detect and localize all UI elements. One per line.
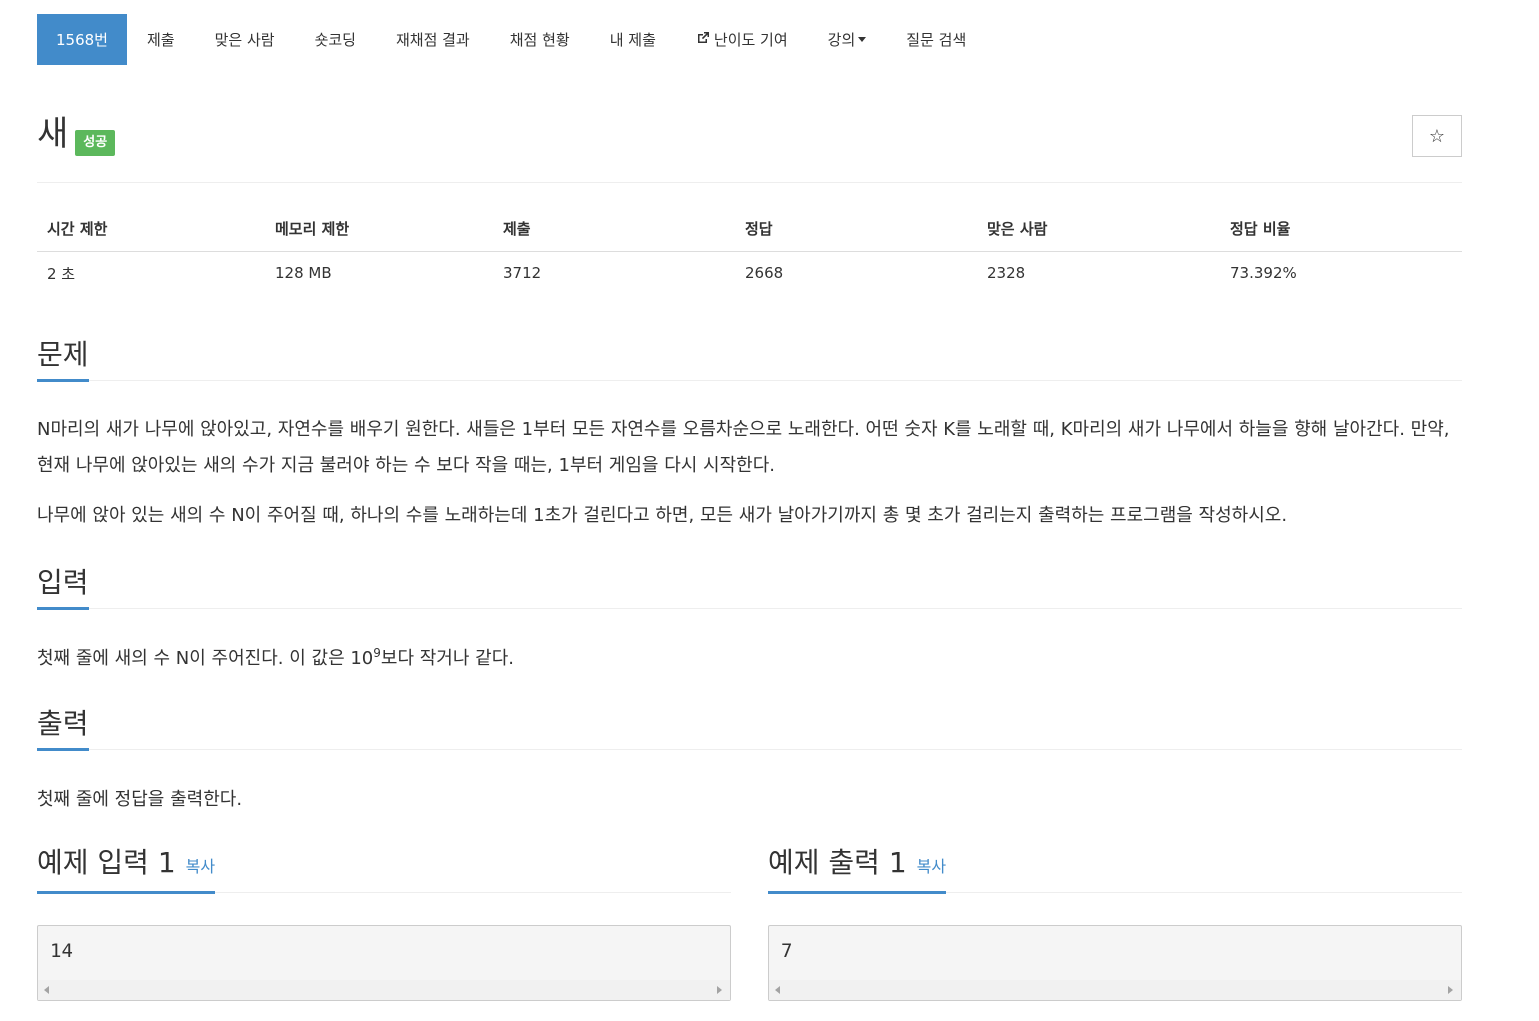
nav-tab-label: 숏코딩 <box>314 31 356 49</box>
title-divider <box>37 182 1462 183</box>
output-description: 첫째 줄에 정답을 출력한다. <box>37 789 243 810</box>
description-paragraph: 나무에 앉아 있는 새의 수 N이 주어질 때, 하나의 수를 노래하는데 1초… <box>37 505 1288 526</box>
nav-tab-label: 내 제출 <box>609 31 656 49</box>
table-header-row: 시간 제한 메모리 제한 제출 정답 맞은 사람 정답 비율 <box>37 207 1462 252</box>
section-heading: 입력 <box>37 565 89 610</box>
problem-description-body: N마리의 새가 나무에 앉아있고, 자연수를 배우기 원한다. 새들은 1부터 … <box>37 412 1462 534</box>
nav-tab-problem[interactable]: 1568번 <box>37 14 127 65</box>
problem-description-section: 문제 <box>37 336 1462 382</box>
nav-tab-my-submissions[interactable]: 내 제출 <box>590 14 676 65</box>
section-heading-row: 입력 <box>37 564 1462 610</box>
header-solved-users: 맞은 사람 <box>977 207 1220 252</box>
copy-sample-input-button[interactable]: 복사 <box>186 857 215 876</box>
sample-input-box: 14 <box>37 925 731 1001</box>
horizontal-scrollbar[interactable] <box>769 980 1461 1000</box>
nav-tab-question-search[interactable]: 질문 검색 <box>886 14 986 65</box>
status-badge: 성공 <box>75 130 116 156</box>
table-row: 2 초 128 MB 3712 2668 2328 73.392% <box>37 251 1462 295</box>
header-accepted: 정답 <box>735 207 977 252</box>
input-section: 입력 <box>37 564 1462 610</box>
cell-accepted: 2668 <box>745 264 784 283</box>
cell-memory-limit: 128 MB <box>275 264 332 283</box>
copy-sample-output-button[interactable]: 복사 <box>917 857 946 876</box>
input-text-before: 첫째 줄에 새의 수 N이 주어진다. 이 값은 10 <box>37 648 374 669</box>
header-submissions: 제출 <box>493 207 735 252</box>
description-paragraph: N마리의 새가 나무에 앉아있고, 자연수를 배우기 원한다. 새들은 1부터 … <box>37 419 1450 476</box>
nav-tab-label: 강의 <box>827 31 856 49</box>
nav-tab-short-coding[interactable]: 숏코딩 <box>295 14 376 65</box>
nav-tab-difficulty-contribution[interactable]: 난이도 기여 <box>676 14 808 65</box>
cell-accuracy: 73.392% <box>1230 264 1297 283</box>
header-memory-limit: 메모리 제한 <box>265 207 493 252</box>
nav-tab-label: 난이도 기여 <box>713 31 788 49</box>
input-description: 첫째 줄에 새의 수 N이 주어진다. 이 값은 109보다 작거나 같다. <box>37 641 1462 677</box>
nav-tab-rejudge-results[interactable]: 재채점 결과 <box>376 14 490 65</box>
output-section: 출력 <box>37 705 1462 751</box>
output-section-body: 첫째 줄에 정답을 출력한다. <box>37 782 1462 818</box>
scroll-left-icon[interactable] <box>44 986 49 994</box>
input-section-body: 첫째 줄에 새의 수 N이 주어진다. 이 값은 109보다 작거나 같다. <box>37 641 1462 677</box>
section-heading: 출력 <box>37 706 89 751</box>
problem-info-table: 시간 제한 메모리 제한 제출 정답 맞은 사람 정답 비율 2 초 128 M… <box>37 207 1462 295</box>
nav-tab-submit[interactable]: 제출 <box>127 14 195 65</box>
page-title: 새 <box>37 114 69 154</box>
cell-solved-users: 2328 <box>987 264 1026 283</box>
section-heading: 문제 <box>37 337 89 382</box>
scroll-left-icon[interactable] <box>775 986 780 994</box>
nav-tab-accepted-users[interactable]: 맞은 사람 <box>195 14 295 65</box>
sample-input-value: 14 <box>50 940 73 962</box>
section-heading-row: 예제 입력 1 복사 <box>37 845 731 894</box>
caret-down-icon <box>858 37 867 42</box>
nav-tab-label: 질문 검색 <box>906 31 967 49</box>
section-heading: 예제 입력 1 복사 <box>37 845 216 894</box>
input-exponent: 9 <box>373 646 381 660</box>
cell-submissions: 3712 <box>503 264 542 283</box>
sample-input-section: 예제 입력 1 복사 <box>37 845 731 894</box>
nav-tab-label: 1568번 <box>56 31 108 49</box>
nav-tab-status[interactable]: 채점 현황 <box>490 14 590 65</box>
section-heading-row: 예제 출력 1 복사 <box>768 845 1462 894</box>
nav-tab-label: 제출 <box>146 31 175 49</box>
problem-nav: 1568번 제출 맞은 사람 숏코딩 재채점 결과 채점 현황 내 제출 난이도… <box>37 14 986 65</box>
nav-tab-label: 채점 현황 <box>509 31 570 49</box>
input-text-after: 보다 작거나 같다. <box>380 648 514 669</box>
problem-title-row: 새 성공 <box>37 112 116 156</box>
sample-output-value: 7 <box>781 940 793 962</box>
nav-tab-label: 맞은 사람 <box>214 31 275 49</box>
sample-output-section: 예제 출력 1 복사 <box>768 845 1462 894</box>
favorite-star-button[interactable]: ☆ <box>1412 115 1462 157</box>
nav-tab-label: 재채점 결과 <box>395 31 470 49</box>
nav-tab-lectures-dropdown[interactable]: 강의 <box>808 14 887 65</box>
horizontal-scrollbar[interactable] <box>38 980 730 1000</box>
section-heading: 예제 출력 1 복사 <box>768 845 947 894</box>
star-icon: ☆ <box>1428 125 1446 147</box>
sample-output-heading: 예제 출력 1 <box>768 846 907 879</box>
section-heading-row: 문제 <box>37 336 1462 382</box>
header-accuracy: 정답 비율 <box>1220 207 1462 252</box>
external-link-icon <box>696 31 710 49</box>
section-heading-row: 출력 <box>37 705 1462 751</box>
scroll-right-icon[interactable] <box>717 986 722 994</box>
sample-output-box: 7 <box>768 925 1462 1001</box>
sample-input-heading: 예제 입력 1 <box>37 846 176 879</box>
scroll-right-icon[interactable] <box>1448 986 1453 994</box>
header-time-limit: 시간 제한 <box>37 207 265 252</box>
cell-time-limit: 2 초 <box>47 264 76 283</box>
